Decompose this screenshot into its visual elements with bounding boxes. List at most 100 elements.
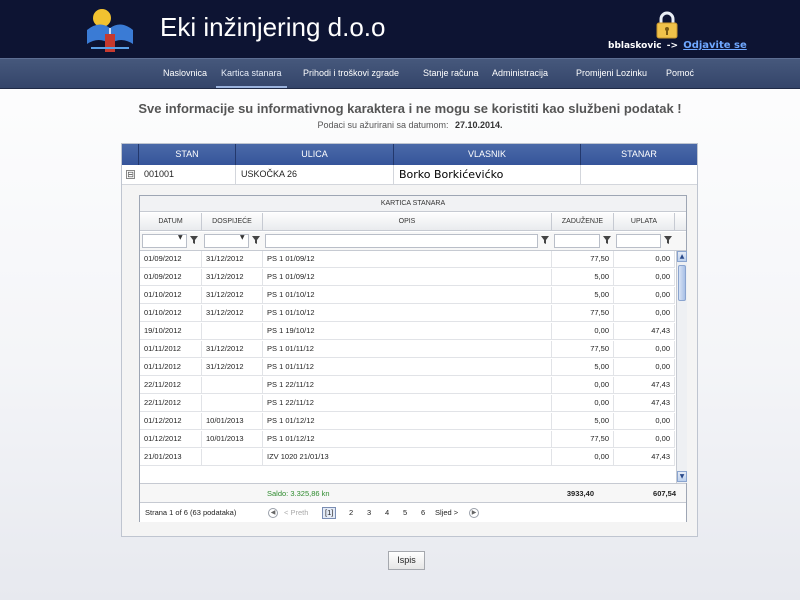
cell-zaduzenje: 0,00 (552, 449, 614, 465)
print-button[interactable]: Ispis (388, 551, 425, 570)
filter-icon[interactable] (664, 235, 672, 245)
scroll-thumb[interactable] (678, 265, 686, 301)
table-row[interactable]: 01/10/2012 31/12/2012 PS 1 01/10/12 5,00 0,0… (140, 287, 675, 304)
lock-icon (656, 11, 678, 39)
table-row[interactable]: 01/12/2012 10/01/2013 PS 1 01/12/12 5,00 0,0… (140, 413, 675, 430)
nav-item-pomoc[interactable]: Pomoć (666, 59, 694, 88)
filter-zaduzenje-input[interactable] (554, 234, 600, 248)
cell-zaduzenje: 5,00 (552, 359, 614, 375)
cell-opis: IZV 1020 21/01/13 (263, 449, 552, 465)
cell-dospijece: 31/12/2012 (202, 287, 263, 303)
scroll-down-icon[interactable]: ▼ (677, 471, 687, 482)
nav-item-prihodi-troskovi[interactable]: Prihodi i troškovi zgrade (303, 59, 399, 88)
collapse-icon[interactable]: ⊟ (126, 170, 135, 179)
cell-uplata: 47,43 (614, 377, 675, 393)
kartica-stanara-grid: KARTICA STANARA DATUM DOSPIJEĆE OPIS ZAD… (139, 195, 687, 522)
filter-datum-dropdown-icon[interactable]: ▼ (178, 234, 183, 241)
cell-datum: 22/11/2012 (140, 395, 202, 411)
nav-item-stanje-racuna[interactable]: Stanje računa (423, 59, 479, 88)
cell-zaduzenje: 0,00 (552, 377, 614, 393)
table-row[interactable]: 01/11/2012 31/12/2012 PS 1 01/11/12 5,00 0,0… (140, 359, 675, 376)
cell-datum: 01/11/2012 (140, 341, 202, 357)
updated-date: 27.10.2014. (455, 120, 503, 130)
cell-dospijece (202, 377, 263, 393)
grid-header-ulica[interactable]: ULICA (236, 144, 394, 165)
cell-dospijece: 31/12/2012 (202, 251, 263, 267)
col-header-spacer (675, 213, 686, 231)
page-link[interactable]: 5 (403, 503, 407, 523)
cell-dospijece (202, 395, 263, 411)
cell-zaduzenje: 0,00 (552, 323, 614, 339)
cell-opis: PS 1 01/09/12 (263, 269, 552, 285)
cell-uplata: 0,00 (614, 251, 675, 267)
cell-dospijece: 10/01/2013 (202, 431, 263, 447)
user-line: bblaskovic -> Odjavite se (608, 40, 747, 51)
cell-datum: 01/09/2012 (140, 269, 202, 285)
prev-page-link[interactable]: < Preth (284, 503, 308, 523)
prev-page-icon[interactable]: ◀ (268, 508, 278, 518)
cell-opis: PS 1 22/11/12 (263, 377, 552, 393)
cell-uplata: 47,43 (614, 449, 675, 465)
cell-zaduzenje: 77,50 (552, 341, 614, 357)
filter-icon[interactable] (541, 235, 549, 245)
filter-icon[interactable] (190, 235, 198, 245)
cell-opis: PS 1 01/11/12 (263, 341, 552, 357)
brand-title: Eki inžinjering d.o.o (160, 12, 386, 42)
user-arrow: -> (666, 41, 679, 51)
col-header-uplata[interactable]: UPLATA (614, 213, 675, 231)
next-page-link[interactable]: Sljed > (435, 503, 458, 523)
page-link[interactable]: 4 (385, 503, 389, 523)
cell-uplata: 0,00 (614, 287, 675, 303)
table-row[interactable]: 22/11/2012 PS 1 22/11/12 0,00 47,43 (140, 395, 675, 412)
grid-header-vlasnik[interactable]: VLASNIK (394, 144, 581, 165)
cell-datum: 01/09/2012 (140, 251, 202, 267)
filter-icon[interactable] (603, 235, 611, 245)
scroll-up-icon[interactable]: ▲ (677, 251, 687, 262)
cell-zaduzenje: 0,00 (552, 395, 614, 411)
updated-label: Podaci su ažurirani sa datumom: (317, 120, 449, 130)
username: bblaskovic (608, 41, 662, 51)
table-row[interactable]: 01/10/2012 31/12/2012 PS 1 01/10/12 77,50 0,… (140, 305, 675, 322)
cell-dospijece: 31/12/2012 (202, 305, 263, 321)
col-header-opis[interactable]: OPIS (263, 213, 552, 231)
grid-row[interactable]: ⊟ 001001 USKOČKA 26 Borko Borkićevićko (122, 165, 697, 185)
table-row[interactable]: 01/11/2012 31/12/2012 PS 1 01/11/12 77,50 0,… (140, 341, 675, 358)
logout-link[interactable]: Odjavite se (683, 40, 747, 51)
table-row[interactable]: 01/09/2012 31/12/2012 PS 1 01/09/12 5,00 0,0… (140, 269, 675, 286)
nav-item-naslovnica[interactable]: Naslovnica (163, 59, 207, 88)
page-link[interactable]: 6 (421, 503, 425, 523)
page-link[interactable]: 2 (349, 503, 353, 523)
logo-icon (85, 4, 135, 56)
cell-zaduzenje: 5,00 (552, 413, 614, 429)
col-header-dospijece[interactable]: DOSPIJEĆE (202, 213, 263, 231)
next-page-icon[interactable]: ▶ (469, 508, 479, 518)
nav-item-promijeni-lozinku[interactable]: Promijeni Lozinku (576, 59, 647, 88)
cell-datum: 01/10/2012 (140, 305, 202, 321)
cell-datum: 21/01/2013 (140, 449, 202, 465)
table-row[interactable]: 21/01/2013 IZV 1020 21/01/13 0,00 47,43 (140, 449, 675, 466)
col-header-datum[interactable]: DATUM (140, 213, 202, 231)
grid-header-stanar[interactable]: STANAR (581, 144, 697, 165)
cell-datum: 19/10/2012 (140, 323, 202, 339)
table-row[interactable]: 19/10/2012 PS 1 19/10/12 0,00 47,43 (140, 323, 675, 340)
filter-opis-input[interactable] (265, 234, 538, 248)
filter-uplata-input[interactable] (616, 234, 661, 248)
notice-text: Sve informacije su informativnog karakte… (138, 101, 682, 116)
table-row[interactable]: 22/11/2012 PS 1 22/11/12 0,00 47,43 (140, 377, 675, 394)
table-row[interactable]: 01/09/2012 31/12/2012 PS 1 01/09/12 77,50 0,… (140, 251, 675, 268)
nav-item-kartica-stanara[interactable]: Kartica stanara (216, 59, 287, 88)
cell-opis: PS 1 01/10/12 (263, 287, 552, 303)
col-header-zaduzenje[interactable]: ZADUŽENJE (552, 213, 614, 231)
cell-opis: PS 1 01/11/12 (263, 359, 552, 375)
grid-header-stan[interactable]: STAN (139, 144, 236, 165)
header: Eki inžinjering d.o.o bblaskovic -> Odja… (0, 0, 800, 58)
nav-item-administracija[interactable]: Administracija (492, 59, 548, 88)
vertical-scrollbar[interactable]: ▲ ▼ (676, 251, 687, 483)
cell-datum: 22/11/2012 (140, 377, 202, 393)
filter-dospijece-dropdown-icon[interactable]: ▼ (240, 234, 245, 241)
cell-uplata: 0,00 (614, 341, 675, 357)
page-link[interactable]: 3 (367, 503, 371, 523)
filter-icon[interactable] (252, 235, 260, 245)
table-row[interactable]: 01/12/2012 10/01/2013 PS 1 01/12/12 77,50 0,… (140, 431, 675, 448)
cell-datum: 01/12/2012 (140, 413, 202, 429)
